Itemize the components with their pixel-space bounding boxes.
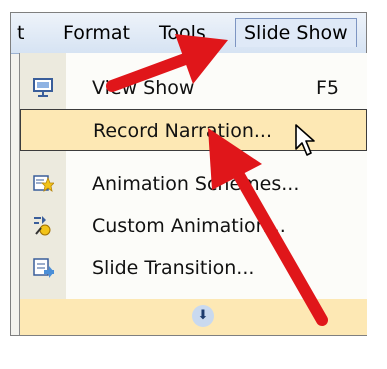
menu-item-custom-animation[interactable]: Custom Animation... (20, 205, 367, 247)
record-narration-label: Record Narration... (93, 120, 272, 142)
menu-slide-show[interactable]: Slide Show (235, 18, 357, 47)
menu-bar: t Format Tools Slide Show (11, 13, 366, 54)
slide-transition-label: Slide Transition... (92, 257, 255, 279)
animation-schemes-label: Animation Schemes... (92, 173, 300, 195)
slide-transition-icon (33, 258, 54, 278)
expand-menu-bar[interactable]: ⬇ (20, 299, 367, 335)
projector-icon (33, 78, 53, 97)
menu-window-partial[interactable]: t (17, 22, 24, 44)
slide-show-menu: View Show F5 Record Narration... Animati… (19, 53, 367, 335)
view-show-label: View Show (92, 77, 195, 99)
custom-animation-label: Custom Animation... (92, 215, 286, 237)
menu-item-slide-transition[interactable]: Slide Transition... (20, 247, 367, 289)
menu-item-view-show[interactable]: View Show F5 (20, 67, 367, 109)
custom-animation-icon (34, 216, 51, 236)
menu-item-animation-schemes[interactable]: Animation Schemes... (20, 163, 367, 205)
menu-tools[interactable]: Tools (159, 22, 206, 44)
animation-schemes-icon (33, 175, 54, 192)
view-show-shortcut: F5 (315, 77, 339, 99)
chevron-double-down-icon[interactable]: ⬇ (192, 305, 214, 327)
menu-format[interactable]: Format (63, 22, 130, 44)
powerpoint-window: t Format Tools Slide Show View Show F5 R… (10, 12, 367, 336)
mouse-cursor-icon (295, 124, 315, 156)
